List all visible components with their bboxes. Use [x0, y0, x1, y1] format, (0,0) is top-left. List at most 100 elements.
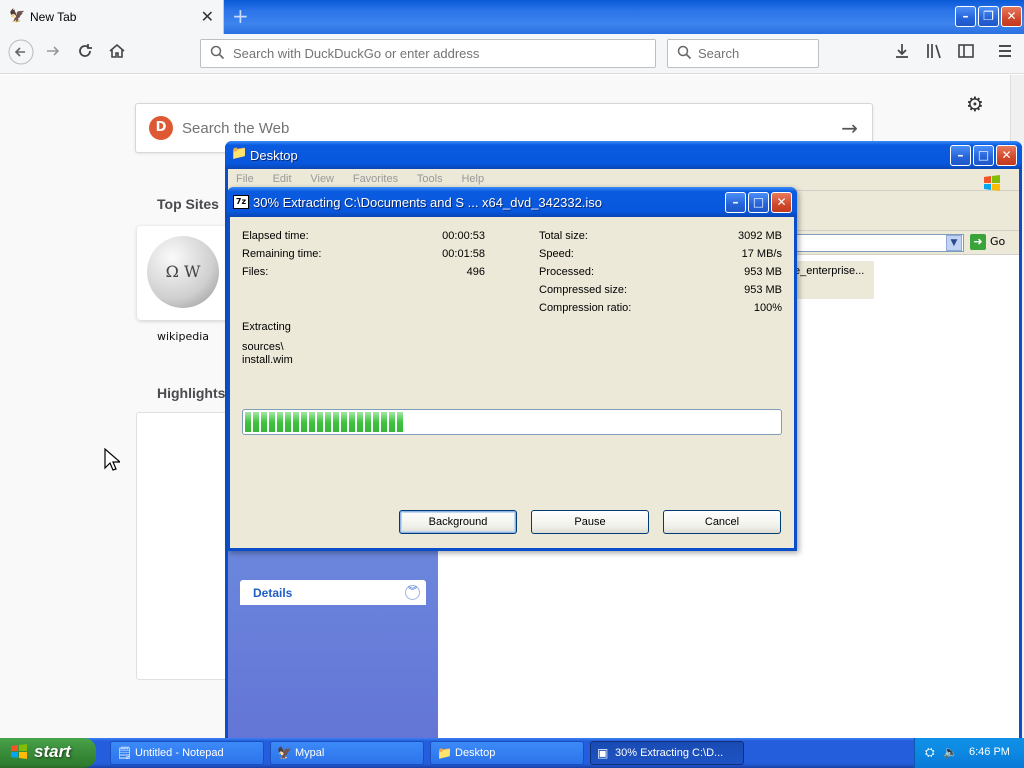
close-window-icon[interactable]: ✕ — [771, 192, 792, 213]
volume-icon[interactable]: 🔈 — [943, 745, 958, 759]
dialog-titlebar[interactable]: 7z 30% Extracting C:\Documents and S ...… — [227, 187, 797, 217]
web-search-placeholder: Search the Web — [182, 120, 290, 137]
extract-progress-dialog: 7z 30% Extracting C:\Documents and S ...… — [227, 187, 797, 551]
close-window-icon[interactable]: ✕ — [1001, 6, 1022, 27]
mypal-favicon-icon: 🦅 — [9, 9, 26, 24]
compressed-size-value: 953 MB — [744, 284, 782, 296]
speed-value: 17 MB/s — [741, 248, 782, 260]
home-icon[interactable] — [108, 42, 126, 65]
go-arrow-icon: ➜ — [970, 234, 986, 250]
download-icon[interactable] — [893, 42, 911, 65]
7zip-icon: ▣ — [597, 746, 609, 760]
search-icon — [210, 45, 225, 64]
menu-tools[interactable]: Tools — [417, 173, 443, 185]
firefox-toolbar: Search with DuckDuckGo or enter address … — [0, 34, 1024, 74]
pause-button[interactable]: Pause — [531, 510, 649, 534]
menu-view[interactable]: View — [310, 173, 334, 185]
extract-progress-bar — [242, 409, 782, 435]
dialog-body: Elapsed time: 00:00:53 Remaining time: 0… — [230, 217, 794, 548]
windows-flag-icon — [10, 744, 28, 764]
task-label: Untitled - Notepad — [135, 747, 224, 759]
notepad-icon: 🗒 — [117, 746, 133, 760]
top-site-wikipedia[interactable]: Ω W — [137, 226, 229, 320]
compressed-size-label: Compressed size: — [539, 284, 628, 296]
file-item-label: e_enterprise... — [794, 265, 865, 277]
task-label: Mypal — [295, 747, 325, 759]
files-value: 496 — [466, 266, 485, 278]
minimize-icon[interactable]: – — [950, 145, 971, 166]
task-label: 30% Extracting C:\D... — [615, 747, 724, 759]
current-file: install.wim — [242, 354, 293, 366]
remaining-time-label: Remaining time: — [242, 248, 322, 260]
dialog-title: 30% Extracting C:\Documents and S ... x6… — [253, 195, 603, 210]
explorer-titlebar[interactable]: 📁 Desktop – □ ✕ — [225, 141, 1022, 169]
minimize-icon[interactable]: – — [955, 6, 976, 27]
menu-icon[interactable] — [996, 42, 1014, 65]
arrow-right-icon[interactable]: → — [841, 116, 858, 140]
start-button[interactable]: start — [0, 738, 96, 768]
library-icon[interactable] — [925, 42, 943, 65]
chevron-down-double-icon[interactable]: ︾ — [405, 585, 420, 600]
menu-help[interactable]: Help — [461, 173, 484, 185]
gear-icon[interactable]: ⚙ — [966, 92, 984, 116]
top-sites-title: Top Sites — [157, 196, 219, 212]
go-button[interactable]: ➜ Go — [970, 234, 1005, 250]
maximize-icon[interactable]: □ — [748, 192, 769, 213]
top-site-label: wikipedia — [156, 330, 209, 343]
sidebar-icon[interactable] — [957, 42, 975, 65]
clock: 6:46 PM — [969, 746, 1010, 758]
explorer-title: Desktop — [250, 148, 298, 163]
close-tab-icon[interactable]: ✕ — [201, 7, 214, 26]
compression-ratio-value: 100% — [753, 302, 782, 314]
mouse-cursor-icon — [104, 447, 122, 478]
start-label: start — [34, 742, 71, 761]
tab-new-tab[interactable]: 🦅 New Tab ✕ — [0, 0, 224, 34]
search-input[interactable]: Search — [667, 39, 819, 68]
network-icon[interactable]: ⛭ — [925, 745, 935, 760]
task-notepad[interactable]: 🗒 Untitled - Notepad — [110, 741, 264, 765]
back-icon[interactable] — [8, 39, 34, 70]
current-path: sources\ — [242, 341, 284, 353]
wikipedia-globe-icon: Ω W — [147, 236, 219, 308]
processed-label: Processed: — [539, 266, 595, 278]
details-label: Details — [253, 586, 293, 600]
elapsed-time-value: 00:00:53 — [442, 230, 485, 242]
url-input[interactable]: Search with DuckDuckGo or enter address — [200, 39, 656, 68]
task-7zip-extract[interactable]: ▣ 30% Extracting C:\D... — [590, 741, 744, 765]
minimize-icon[interactable]: – — [725, 192, 746, 213]
processed-value: 953 MB — [744, 266, 782, 278]
go-label: Go — [990, 235, 1006, 248]
system-tray: ⛭ 🔈 6:46 PM — [914, 738, 1024, 768]
maximize-icon[interactable]: □ — [973, 145, 994, 166]
task-desktop[interactable]: 📁 Desktop — [430, 741, 584, 765]
duckduckgo-logo-icon: D — [149, 116, 173, 140]
elapsed-time-label: Elapsed time: — [242, 230, 309, 242]
menu-edit[interactable]: Edit — [273, 173, 292, 185]
cancel-button[interactable]: Cancel — [663, 510, 781, 534]
files-label: Files: — [242, 266, 269, 278]
search-placeholder: Search — [698, 46, 740, 61]
remaining-time-value: 00:01:58 — [442, 248, 485, 260]
speed-label: Speed: — [539, 248, 574, 260]
reload-icon[interactable] — [76, 42, 94, 65]
task-label: Desktop — [455, 747, 496, 759]
total-size-label: Total size: — [539, 230, 588, 242]
taskbar: start 🗒 Untitled - Notepad 🦅 Mypal 📁 Des… — [0, 738, 1024, 768]
new-tab-button[interactable]: + — [232, 4, 252, 28]
highlights-title: Highlights — [157, 385, 226, 401]
close-window-icon[interactable]: ✕ — [996, 145, 1017, 166]
menu-favorites[interactable]: Favorites — [353, 173, 398, 185]
details-panel-header[interactable]: Details ︾ — [240, 580, 426, 605]
file-item[interactable]: e_enterprise... — [790, 261, 874, 299]
menu-file[interactable]: File — [236, 173, 254, 185]
restore-icon[interactable]: ❐ — [978, 6, 999, 27]
background-button[interactable]: Background — [399, 510, 517, 534]
forward-icon[interactable] — [44, 42, 62, 65]
firefox-titlebar: 🦅 New Tab ✕ + – ❐ ✕ — [0, 0, 1024, 34]
compression-ratio-label: Compression ratio: — [539, 302, 632, 314]
chevron-down-icon[interactable]: ▼ — [946, 235, 962, 251]
progress-fill — [245, 412, 406, 432]
mypal-icon: 🦅 — [277, 746, 292, 760]
task-mypal[interactable]: 🦅 Mypal — [270, 741, 424, 765]
folder-icon: 📁 — [437, 746, 452, 760]
